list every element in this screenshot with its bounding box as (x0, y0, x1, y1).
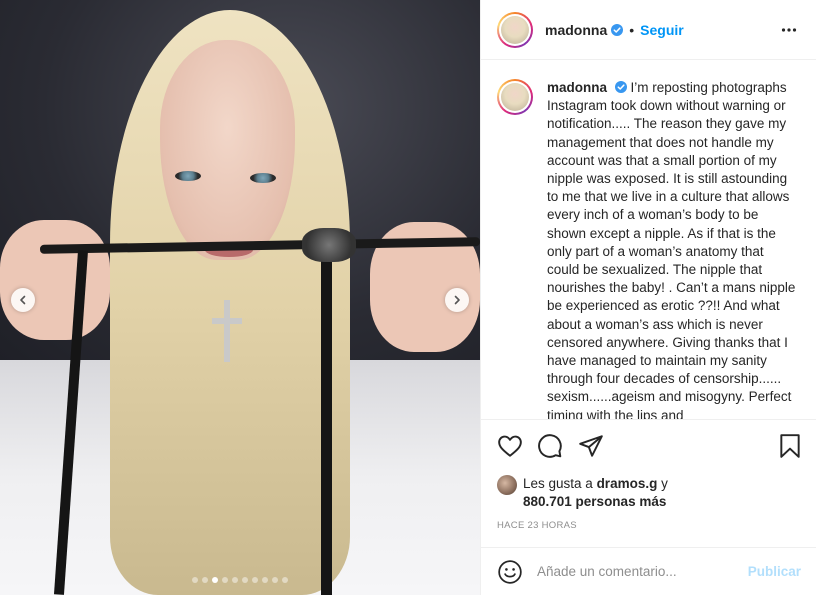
verified-badge-icon (614, 81, 627, 93)
header-username[interactable]: madonna (545, 22, 607, 38)
avatar-image (501, 15, 529, 44)
photo-bedpost-finial (302, 228, 356, 262)
bookmark-icon[interactable] (777, 433, 803, 459)
header-separator: • (629, 21, 635, 38)
likes-middle: y (657, 476, 668, 491)
carousel-indicator (0, 577, 480, 583)
action-bar: Les gusta a dramos.g y 880.701 personas … (481, 419, 816, 531)
liker-username[interactable]: dramos.g (597, 476, 658, 491)
carousel-dot (252, 577, 258, 583)
caption-text: madonna I’m reposting photographs Instag… (547, 79, 799, 419)
carousel-dot (232, 577, 238, 583)
follow-button[interactable]: Seguir (640, 22, 684, 38)
post-photo[interactable] (0, 0, 480, 595)
caption-username[interactable]: madonna (547, 80, 607, 95)
carousel-dot (222, 577, 228, 583)
verified-badge-icon (611, 23, 624, 36)
heart-icon[interactable] (497, 433, 523, 459)
more-options-icon[interactable] (781, 22, 797, 38)
chevron-right-icon (454, 295, 460, 305)
likes-summary: Les gusta a dramos.g y 880.701 personas … (497, 475, 668, 511)
photo-face (160, 40, 295, 260)
caption-avatar-image (501, 83, 529, 111)
paper-plane-icon[interactable] (578, 433, 604, 459)
publish-button[interactable]: Publicar (748, 564, 801, 579)
likes-count[interactable]: 880.701 personas más (523, 494, 666, 509)
photo-eye-left (175, 171, 201, 181)
post-header: madonna • Seguir (481, 0, 816, 60)
carousel-dot (202, 577, 208, 583)
post-timestamp[interactable]: HACE 23 HORAS (497, 520, 577, 531)
likes-prefix: Les gusta a (523, 476, 597, 491)
caption-body: I’m reposting photographs Instagram took… (547, 80, 796, 419)
carousel-next-button[interactable] (445, 288, 469, 312)
photo-cross-pendant (224, 300, 230, 362)
carousel-prev-button[interactable] (11, 288, 35, 312)
carousel-dot (282, 577, 288, 583)
chevron-left-icon (20, 295, 26, 305)
comment-input[interactable] (537, 564, 748, 579)
emoji-icon[interactable] (497, 559, 523, 585)
photo-hand-left (0, 220, 110, 340)
liker-avatar[interactable] (497, 475, 517, 495)
instagram-post: madonna • Seguir madonna I’m reposting p… (0, 0, 816, 595)
add-comment-bar: Publicar (481, 547, 816, 595)
comment-bubble-icon[interactable] (537, 433, 563, 459)
likes-text: Les gusta a dramos.g y 880.701 personas … (523, 475, 668, 511)
carousel-dot (272, 577, 278, 583)
carousel-dot (242, 577, 248, 583)
carousel-dot (212, 577, 218, 583)
avatar[interactable] (497, 11, 533, 48)
photo-bedpost-right (321, 255, 332, 595)
caption-section: madonna I’m reposting photographs Instag… (481, 61, 816, 419)
carousel-dot (262, 577, 268, 583)
photo-eye-right (250, 173, 276, 183)
photo-cross-pendant-bar (212, 318, 242, 324)
carousel-dot (192, 577, 198, 583)
post-side-panel: madonna • Seguir madonna I’m reposting p… (480, 0, 816, 595)
caption-avatar[interactable] (497, 79, 533, 115)
